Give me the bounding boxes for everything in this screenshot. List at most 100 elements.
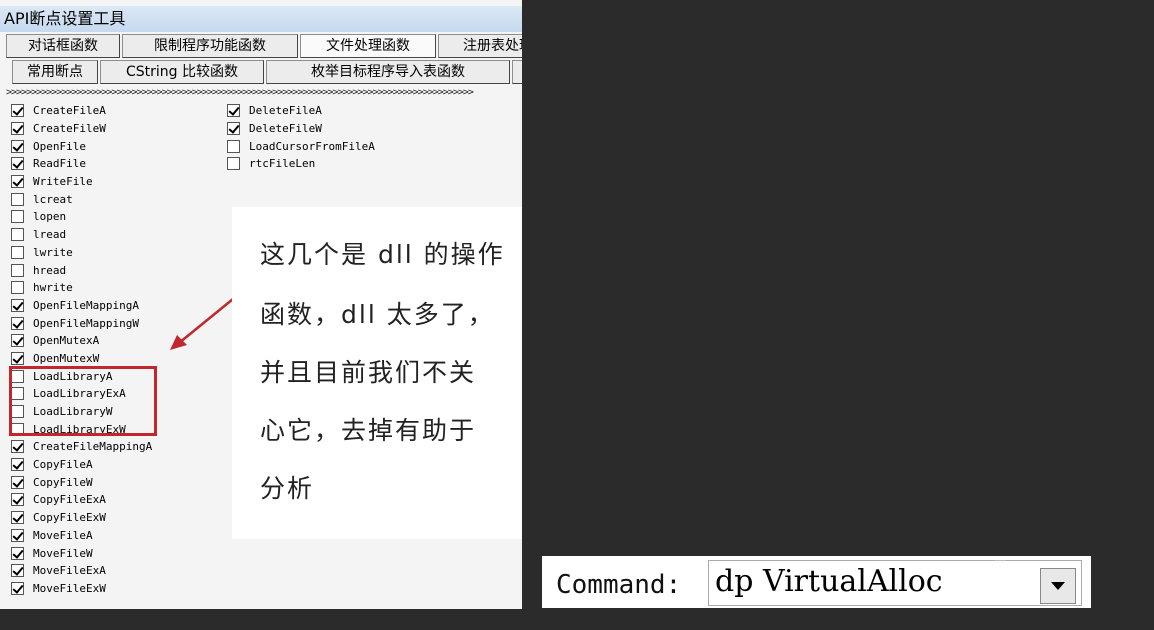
checkbox-label: OpenMutexW — [33, 351, 100, 365]
checkbox-row[interactable]: CreateFileW — [11, 120, 152, 138]
checkbox-label: OpenFileMappingA — [33, 298, 139, 312]
command-label: Command: — [556, 570, 682, 600]
checkbox-label: WriteFile — [33, 175, 93, 189]
checkbox-column-2: DeleteFileA DeleteFileW LoadCursorFromFile… — [227, 102, 375, 173]
checkbox-row[interactable]: OpenFile — [11, 137, 152, 155]
window-title: API断点设置工具 — [0, 6, 522, 32]
highlight-box-loadlibrary — [9, 366, 157, 436]
checkbox[interactable] — [11, 245, 24, 259]
checkbox[interactable] — [11, 298, 24, 312]
tab-partial[interactable] — [512, 60, 522, 84]
checkbox[interactable] — [11, 528, 24, 542]
checkbox-label: MoveFileA — [33, 528, 93, 542]
checkbox-row[interactable]: lcreat — [11, 190, 152, 208]
checkbox-row[interactable]: MoveFileW — [11, 544, 152, 562]
checkbox-label: CreateFileA — [33, 104, 106, 118]
annotation-line-4: 心它，去掉有助于 — [260, 416, 477, 445]
tab-cstring-compare[interactable]: CString 比较函数 — [100, 60, 264, 84]
checkbox[interactable] — [11, 493, 24, 507]
annotation-line-3: 并且目前我们不关 — [260, 358, 477, 387]
checkbox-label: OpenFileMappingW — [33, 316, 139, 330]
checkbox-label: CreateFileW — [33, 122, 106, 136]
tab-common-breakpoints[interactable]: 常用断点 — [12, 60, 98, 84]
checkbox-row[interactable]: MoveFileA — [11, 527, 152, 545]
checkbox-label: CopyFileW — [33, 475, 93, 489]
checkbox-row[interactable]: MoveFileExA — [11, 562, 152, 580]
checkbox[interactable] — [11, 334, 24, 348]
checkbox-label: LoadCursorFromFileA — [249, 139, 375, 153]
checkbox-row[interactable]: OpenFileMappingW — [11, 314, 152, 332]
checkbox-row[interactable]: lread — [11, 226, 152, 244]
checkbox[interactable] — [11, 581, 24, 595]
checkbox[interactable] — [11, 564, 24, 578]
checkbox-label: rtcFileLen — [249, 157, 316, 171]
checkbox-row[interactable]: CopyFileA — [11, 456, 152, 474]
checkbox-row[interactable]: OpenFileMappingA — [11, 297, 152, 315]
checkbox[interactable] — [11, 458, 24, 472]
checkbox-column-1: CreateFileA CreateFileW OpenFile ReadFile Wr… — [11, 102, 152, 597]
checkbox[interactable] — [11, 122, 24, 136]
checkbox-label: MoveFileW — [33, 546, 93, 560]
tab-enum-import-table[interactable]: 枚举目标程序导入表函数 — [266, 60, 510, 84]
checkbox-row[interactable]: hwrite — [11, 279, 152, 297]
checkbox-row[interactable]: OpenMutexA — [11, 332, 152, 350]
annotation-callout: 这几个是 dll 的操作 函数，dll 太多了， 并且目前我们不关 心它，去掉有… — [232, 207, 522, 539]
checkbox[interactable] — [11, 263, 24, 277]
checkbox-row[interactable]: CopyFileExA — [11, 491, 152, 509]
checkbox-row[interactable]: CopyFileExW — [11, 509, 152, 527]
tab-row-1: 对话框函数 限制程序功能函数 文件处理函数 注册表处理 — [0, 34, 522, 58]
checkbox[interactable] — [11, 104, 24, 118]
checkbox-row[interactable]: ReadFile — [11, 155, 152, 173]
checkbox[interactable] — [11, 228, 24, 242]
tab-file-functions[interactable]: 文件处理函数 — [300, 34, 436, 58]
checkbox-row[interactable]: MoveFileExW — [11, 580, 152, 598]
checkbox-row[interactable]: hread — [11, 261, 152, 279]
checkbox-label: lcreat — [33, 192, 73, 206]
checkbox[interactable] — [227, 104, 240, 118]
annotation-line-2: 函数，dll 太多了， — [260, 300, 495, 329]
checkbox-label: lwrite — [33, 245, 73, 259]
checkbox[interactable] — [11, 157, 24, 171]
checkbox-row[interactable]: WriteFile — [11, 173, 152, 191]
checkbox-row[interactable]: CreateFileMappingA — [11, 438, 152, 456]
checkbox[interactable] — [227, 122, 240, 136]
tab-restrict-functions[interactable]: 限制程序功能函数 — [122, 34, 298, 58]
checkbox-label: MoveFileExW — [33, 581, 106, 595]
checkbox-label: DeleteFileA — [249, 104, 322, 118]
checkbox[interactable] — [11, 175, 24, 189]
checkbox-row[interactable]: CopyFileW — [11, 473, 152, 491]
checkbox-row[interactable]: LoadCursorFromFileA — [227, 137, 375, 155]
checkbox-row[interactable]: DeleteFileA — [227, 102, 375, 120]
checkbox-label: OpenMutexA — [33, 334, 100, 348]
checkbox[interactable] — [227, 139, 240, 153]
checkbox-label: lopen — [33, 210, 67, 224]
checkbox-row[interactable]: OpenMutexW — [11, 350, 152, 368]
checkbox-row[interactable]: lopen — [11, 208, 152, 226]
tab-registry-functions[interactable]: 注册表处理 — [438, 34, 522, 58]
checkbox-row[interactable]: lwrite — [11, 244, 152, 262]
checkbox-label: CopyFileA — [33, 458, 93, 472]
checkbox-label: lread — [33, 228, 67, 242]
checkbox[interactable] — [11, 281, 24, 295]
checkbox-label: ReadFile — [33, 157, 86, 171]
checkbox-label: CopyFileExW — [33, 511, 106, 525]
checkbox[interactable] — [11, 475, 24, 489]
separator-bar: >>>>>>>>>>>>>>>>>>>>>>>>>>>>>>>>>>>>>>>>… — [6, 87, 474, 98]
checkbox[interactable] — [227, 157, 240, 171]
checkbox-row[interactable]: rtcFileLen — [227, 155, 375, 173]
checkbox[interactable] — [11, 192, 24, 206]
checkbox[interactable] — [11, 546, 24, 560]
tab-row-2: 常用断点 CString 比较函数 枚举目标程序导入表函数 — [0, 60, 522, 84]
annotation-line-5: 分析 — [260, 474, 315, 503]
watermark-logo: ❄ — [980, 547, 1021, 603]
tab-dialog-functions[interactable]: 对话框函数 — [6, 34, 120, 58]
checkbox[interactable] — [11, 511, 24, 525]
checkbox-row[interactable]: DeleteFileW — [227, 120, 375, 138]
checkbox[interactable] — [11, 139, 24, 153]
checkbox[interactable] — [11, 316, 24, 330]
checkbox[interactable] — [11, 351, 24, 365]
checkbox-label: OpenFile — [33, 139, 86, 153]
checkbox-row[interactable]: CreateFileA — [11, 102, 152, 120]
checkbox[interactable] — [11, 440, 24, 454]
checkbox[interactable] — [11, 210, 24, 224]
